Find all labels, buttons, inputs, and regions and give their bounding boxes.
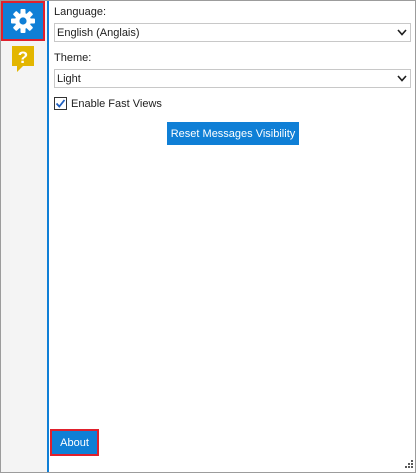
reset-messages-visibility-button[interactable]: Reset Messages Visibility <box>167 122 299 145</box>
fast-views-checkbox[interactable] <box>54 97 67 110</box>
help-question-icon: ? <box>12 46 34 72</box>
theme-select-value: Light <box>57 72 81 85</box>
theme-label: Theme: <box>54 52 92 64</box>
chevron-down-icon <box>397 75 407 82</box>
language-select[interactable]: English (Anglais) <box>54 23 411 42</box>
theme-select[interactable]: Light <box>54 69 411 88</box>
settings-window: ? Language: English (Anglais) Theme: Lig… <box>0 0 416 473</box>
svg-text:?: ? <box>18 48 28 67</box>
gear-icon <box>11 9 35 33</box>
resize-grip-icon[interactable] <box>403 460 413 470</box>
fast-views-label: Enable Fast Views <box>71 97 162 110</box>
sidebar: ? <box>1 1 47 472</box>
chevron-down-icon <box>397 29 407 36</box>
language-select-value: English (Anglais) <box>57 26 140 39</box>
sidebar-item-help[interactable]: ? <box>1 41 45 77</box>
sidebar-accent-divider <box>47 1 49 472</box>
about-button[interactable]: About <box>50 429 99 456</box>
checkmark-icon <box>55 99 66 108</box>
settings-panel: Language: English (Anglais) Theme: Light… <box>50 1 411 472</box>
sidebar-item-settings[interactable] <box>1 1 45 41</box>
language-label: Language: <box>54 6 106 18</box>
fast-views-option[interactable]: Enable Fast Views <box>54 97 162 110</box>
